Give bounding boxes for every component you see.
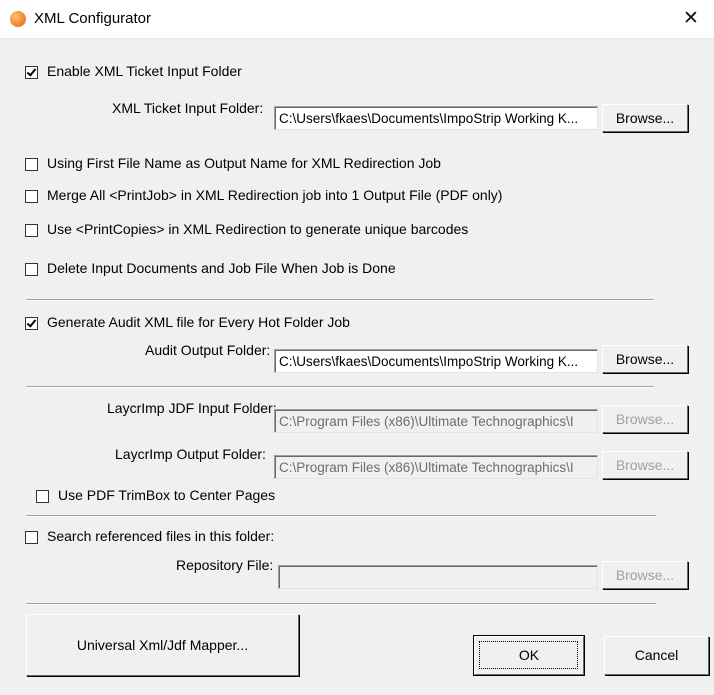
delete-input-label: Delete Input Documents and Job File When… xyxy=(47,260,396,276)
audit-browse-button[interactable]: Browse... xyxy=(602,345,688,373)
focus-ring xyxy=(479,641,578,669)
generate-audit-checkbox[interactable] xyxy=(25,317,38,330)
layerimp-input-field[interactable]: C:\Program Files (x86)\Ultimate Technogr… xyxy=(274,409,598,433)
printcopies-barcode-checkbox[interactable] xyxy=(25,224,38,237)
enable-xml-ticket-label: Enable XML Ticket Input Folder xyxy=(47,63,242,79)
repository-file-label: Repository File: xyxy=(176,557,274,573)
checkmark-icon xyxy=(26,317,37,328)
merge-printjob-label: Merge All <PrintJob> in XML Redirection … xyxy=(47,187,503,203)
repository-browse-button[interactable]: Browse... xyxy=(602,561,688,589)
universal-mapper-button[interactable]: Universal Xml/Jdf Mapper... xyxy=(26,614,299,676)
layerimp-output-browse-button[interactable]: Browse... xyxy=(602,451,688,479)
title-bar: XML Configurator ✕ xyxy=(0,0,714,39)
layerimp-output-label: LaycrImp Output Folder: xyxy=(115,446,266,462)
printcopies-barcode-label: Use <PrintCopies> in XML Redirection to … xyxy=(47,221,469,237)
first-file-name-label: Using First File Name as Output Name for… xyxy=(47,155,441,171)
divider xyxy=(26,515,656,517)
window-title: XML Configurator xyxy=(34,10,151,27)
divider xyxy=(26,603,656,605)
trimbox-checkbox[interactable] xyxy=(36,490,49,503)
layerimp-input-browse-button[interactable]: Browse... xyxy=(602,405,688,433)
audit-folder-label: Audit Output Folder: xyxy=(145,342,271,358)
close-button[interactable]: ✕ xyxy=(668,0,714,38)
divider xyxy=(26,386,654,388)
repository-file-field[interactable] xyxy=(278,565,598,589)
generate-audit-label: Generate Audit XML file for Every Hot Fo… xyxy=(47,314,350,330)
delete-input-checkbox[interactable] xyxy=(25,263,38,276)
xml-ticket-folder-field[interactable]: C:\Users\fkaes\Documents\ImpoStrip Worki… xyxy=(274,106,598,130)
layerimp-input-label: LaycrImp JDF Input Folder: xyxy=(107,400,277,416)
layerimp-output-field[interactable]: C:\Program Files (x86)\Ultimate Technogr… xyxy=(274,455,598,479)
merge-printjob-checkbox[interactable] xyxy=(25,190,38,203)
search-referenced-checkbox[interactable] xyxy=(25,531,38,544)
xml-ticket-folder-label: XML Ticket Input Folder: xyxy=(112,100,264,116)
ok-button[interactable]: OK xyxy=(474,636,584,675)
search-referenced-label: Search referenced files in this folder: xyxy=(47,528,275,544)
enable-xml-ticket-checkbox[interactable] xyxy=(25,66,38,79)
audit-folder-field[interactable]: C:\Users\fkaes\Documents\ImpoStrip Worki… xyxy=(274,349,598,373)
cancel-button[interactable]: Cancel xyxy=(604,636,709,675)
checkmark-icon xyxy=(26,66,37,77)
trimbox-label: Use PDF TrimBox to Center Pages xyxy=(58,487,276,503)
app-icon xyxy=(10,11,26,27)
xml-ticket-browse-button[interactable]: Browse... xyxy=(602,104,688,132)
divider xyxy=(26,299,654,301)
first-file-name-checkbox[interactable] xyxy=(25,158,38,171)
